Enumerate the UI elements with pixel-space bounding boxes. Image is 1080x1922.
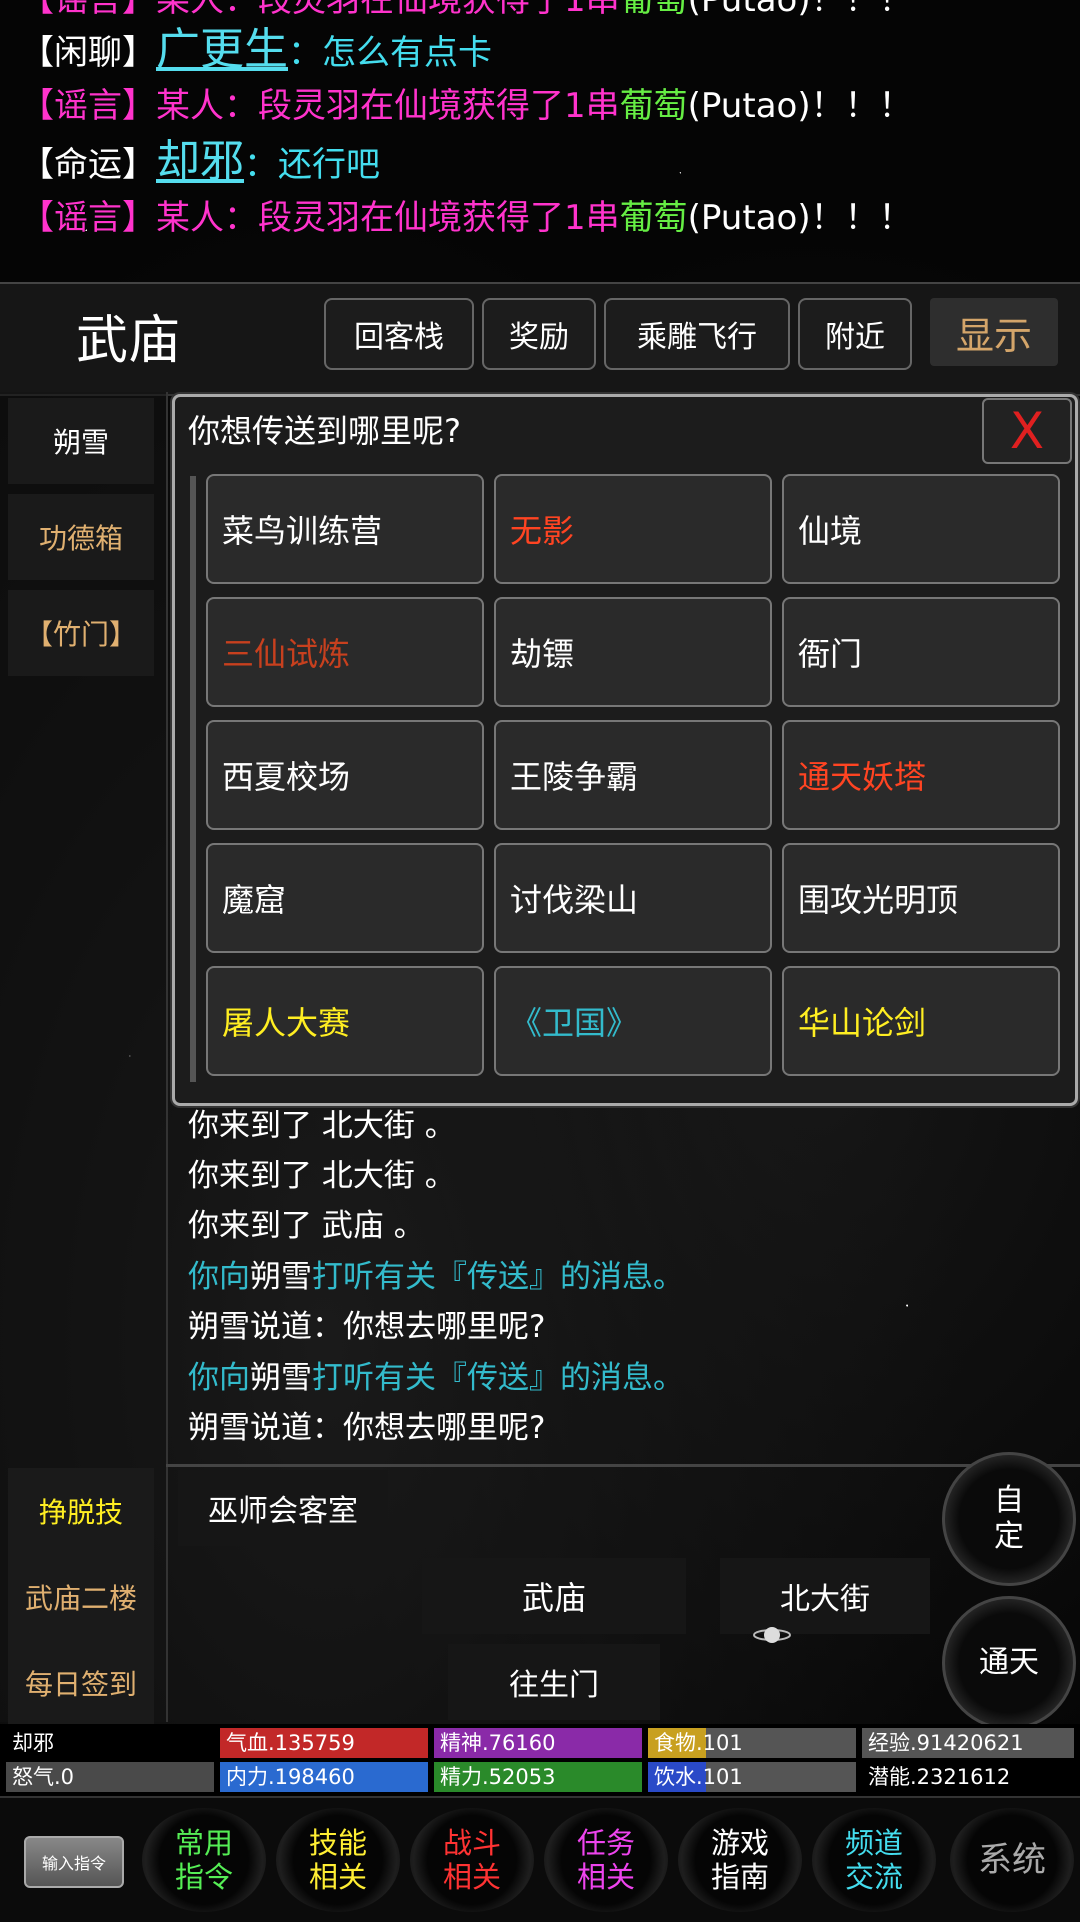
chat-line: 【谣言】某人：段灵羽在仙境获得了1串葡萄(Putao)！！！ (20, 0, 913, 20)
player-name-link[interactable]: 却邪 (156, 136, 244, 187)
destination-button[interactable]: 讨伐梁山 (494, 843, 772, 953)
exit-current-temple[interactable]: 武庙 (422, 1558, 686, 1634)
menu-label-line2: 交流 (844, 1860, 903, 1894)
location-title: 武庙 (76, 311, 181, 371)
custom-button-label: 自定 (994, 1483, 1024, 1554)
menu-label-line2: 指令 (174, 1860, 233, 1894)
show-button[interactable]: 显示 (930, 298, 1058, 366)
input-command-button[interactable]: 输入指令 (10, 1816, 130, 1904)
destination-button[interactable]: 劫镖 (494, 597, 772, 707)
menu-label-line2: 相关 (576, 1860, 635, 1894)
destination-button[interactable]: 菜鸟训练营 (206, 474, 484, 584)
menu-button[interactable]: 任务 相关 (544, 1808, 668, 1912)
menu-label-line2: 相关 (442, 1860, 501, 1894)
planet-icon (752, 1622, 792, 1648)
destination-button[interactable]: 王陵争霸 (494, 720, 772, 830)
menu-label-line2: 相关 (308, 1860, 367, 1894)
chat-line: 【谣言】某人：段灵羽在仙境获得了1串葡萄(Putao)！！！ (20, 198, 913, 238)
menu-label-line1: 任务 (576, 1826, 635, 1860)
nearby-button[interactable]: 附近 (798, 298, 912, 370)
log-line: 朔雪说道：你想去哪里呢? (188, 1309, 546, 1345)
destination-button[interactable]: 西夏校场 (206, 720, 484, 830)
exit-wizard-room[interactable]: 巫师会客室 (178, 1470, 388, 1546)
stat-spirit: 精神.76160 (434, 1728, 642, 1758)
stat-rage: 怒气.0 (6, 1762, 214, 1792)
destination-button[interactable]: 屠人大赛 (206, 966, 484, 1076)
stat-water: 饮水.101 (648, 1762, 856, 1792)
log-line: 你来到了 北大街 。 (188, 1158, 456, 1194)
menu-label-line1: 常用 (174, 1826, 233, 1860)
player-name-link[interactable]: 广更生 (156, 24, 288, 75)
destination-button[interactable]: 三仙试炼 (206, 597, 484, 707)
log-line: 你向朔雪打听有关『传送』的消息。 (188, 1360, 684, 1396)
menu-label-line1: 游戏 (710, 1826, 769, 1860)
log-line: 你来到了 北大街 。 (188, 1108, 456, 1144)
menu-label-line1: 战斗 (442, 1826, 501, 1860)
stat-neili: 内力.198460 (220, 1762, 428, 1792)
chat-panel: 【谣言】某人：段灵羽在仙境获得了1串葡萄(Putao)！！！ 【闲聊】广更生：怎… (0, 0, 1080, 282)
dialog-title: 你想传送到哪里呢? (188, 412, 461, 450)
destination-button[interactable]: 《卫国》 (494, 966, 772, 1076)
menu-label-line1: 技能 (308, 1826, 367, 1860)
log-line: 你来到了 武庙 。 (188, 1208, 425, 1244)
menu-button[interactable]: 技能 相关 (276, 1808, 400, 1912)
destination-button[interactable]: 衙门 (782, 597, 1060, 707)
menu-label-line2: 指南 (710, 1860, 769, 1894)
dialog-scrollbar[interactable] (190, 476, 196, 1082)
log-line: 你向朔雪打听有关『传送』的消息。 (188, 1259, 684, 1295)
destination-button[interactable]: 魔窟 (206, 843, 484, 953)
stat-potential: 潜能.2321612 (862, 1762, 1074, 1792)
destination-button[interactable]: 通天妖塔 (782, 720, 1060, 830)
stat-player-name: 却邪 (6, 1728, 214, 1758)
exit-wangsheng-gate[interactable]: 往生门 (448, 1644, 660, 1720)
destination-button[interactable]: 仙境 (782, 474, 1060, 584)
stat-hp: 气血.135759 (220, 1728, 428, 1758)
destination-button[interactable]: 围攻光明顶 (782, 843, 1060, 953)
menu-button[interactable]: 频道 交流 (812, 1808, 936, 1912)
chat-line: 【闲聊】广更生：怎么有点卡 (20, 24, 492, 75)
stat-food: 食物.101 (648, 1728, 856, 1758)
return-inn-button[interactable]: 回客栈 (324, 298, 474, 370)
custom-button[interactable]: 自定 (942, 1452, 1076, 1586)
destination-button[interactable]: 无影 (494, 474, 772, 584)
chat-line: 【命运】却邪：还行吧 (20, 136, 380, 187)
eagle-flight-button[interactable]: 乘雕飞行 (604, 298, 790, 370)
chat-line: 【谣言】某人：段灵羽在仙境获得了1串葡萄(Putao)！！！ (20, 86, 913, 126)
npc-shuoxue-button[interactable]: 朔雪 (8, 398, 154, 484)
destination-button[interactable]: 华山论剑 (782, 966, 1060, 1076)
temple-upstairs-button[interactable]: 武庙二楼 (8, 1554, 154, 1640)
tongtian-button[interactable]: 通天 (942, 1596, 1076, 1730)
menu-button[interactable]: 常用 指令 (142, 1808, 266, 1912)
menu-button[interactable]: 游戏 指南 (678, 1808, 802, 1912)
menu-label-line1: 频道 (844, 1826, 903, 1860)
bamboo-door-button[interactable]: 【竹门】 (8, 590, 154, 676)
reward-button[interactable]: 奖励 (482, 298, 596, 370)
close-button[interactable]: X (982, 398, 1072, 464)
escape-skill-button[interactable]: 挣脱技 (8, 1468, 154, 1554)
system-button[interactable]: 系统 (950, 1808, 1074, 1912)
log-line: 朔雪说道：你想去哪里呢? (188, 1410, 546, 1446)
merit-box-button[interactable]: 功德箱 (8, 494, 154, 580)
stat-energy: 精力.52053 (434, 1762, 642, 1792)
keyboard-icon: 输入指令 (24, 1836, 124, 1888)
menu-button[interactable]: 战斗 相关 (410, 1808, 534, 1912)
divider (166, 1464, 1080, 1467)
daily-checkin-button[interactable]: 每日签到 (8, 1640, 154, 1726)
stat-exp: 经验.91420621 (862, 1728, 1074, 1758)
